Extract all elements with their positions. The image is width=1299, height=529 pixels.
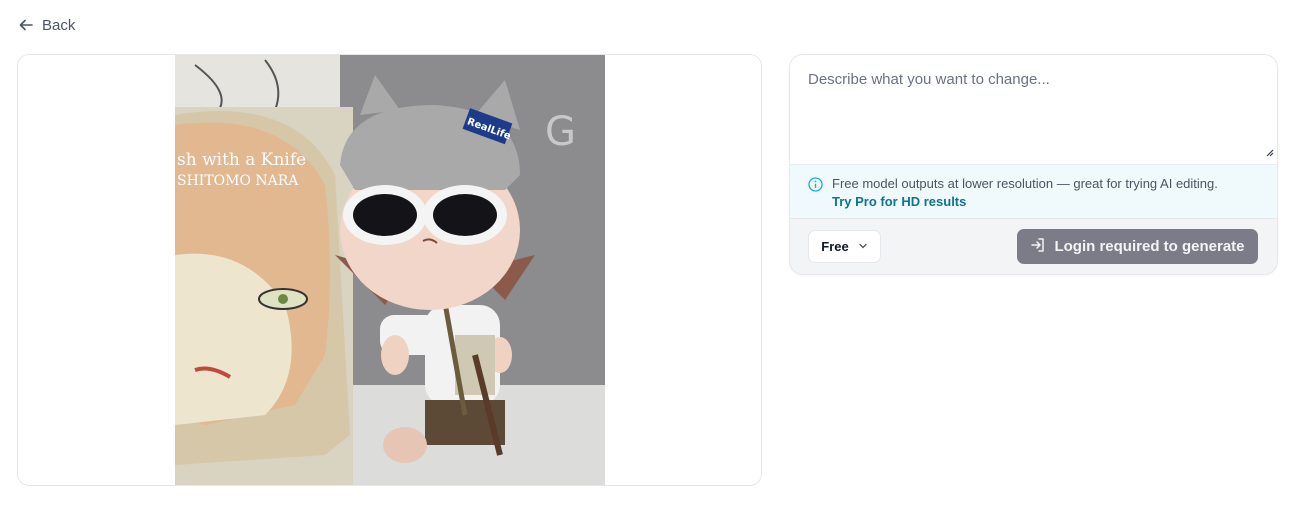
generate-button-label: Login required to generate [1054,238,1245,255]
notice-text: Free model outputs at lower resolution —… [832,176,1218,191]
svg-text:G: G [545,109,576,155]
login-icon [1030,237,1046,257]
arrow-left-icon [18,17,34,33]
login-to-generate-button[interactable]: Login required to generate [1017,229,1258,264]
book-author-text: SHITOMO NARA [177,173,299,189]
back-label: Back [42,16,76,34]
prompt-textarea[interactable]: Describe what you want to change... [790,55,1277,164]
prompt-placeholder: Describe what you want to change... [808,71,1050,88]
resolution-notice: Free model outputs at lower resolution —… [790,164,1277,219]
chevron-down-icon [858,239,868,254]
image-preview-card: sh with a Knife SHITOMO NARA G RealLife [17,54,762,486]
back-link[interactable]: Back [18,14,75,36]
info-icon [808,177,823,218]
book-title-text: sh with a Knife [177,150,306,170]
model-select-value: Free [821,239,849,254]
model-select[interactable]: Free [808,230,881,263]
uploaded-photo: sh with a Knife SHITOMO NARA G RealLife [175,55,605,485]
resize-handle-icon[interactable] [1266,144,1274,161]
try-pro-link[interactable]: Try Pro for HD results [832,193,1218,211]
edit-panel: Describe what you want to change... Free… [789,54,1278,275]
